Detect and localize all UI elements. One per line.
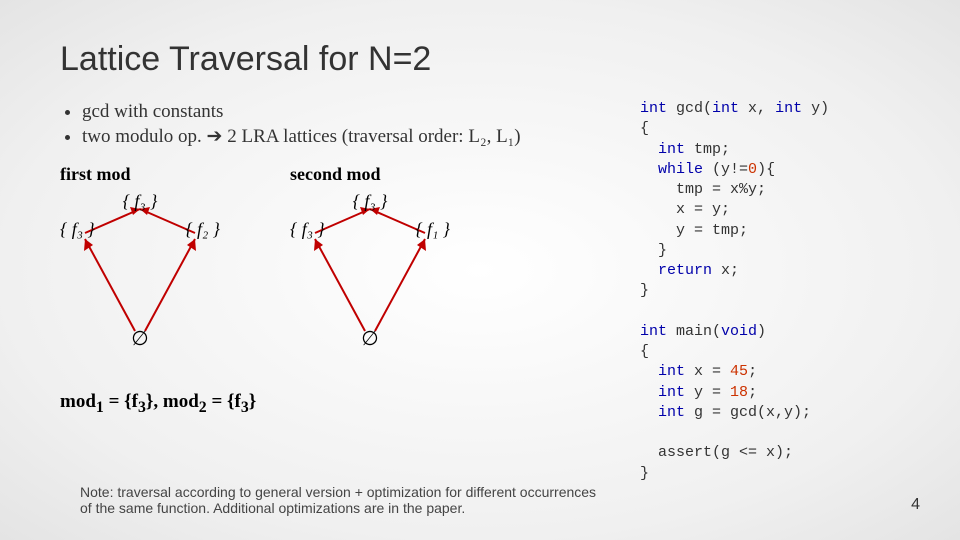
columns: gcd with constants two modulo op. ➔ 2 LR… <box>60 99 920 484</box>
footnote: Note: traversal according to general ver… <box>80 484 600 516</box>
page-number: 4 <box>911 496 920 514</box>
slide-root: Lattice Traversal for N=2 gcd with const… <box>0 0 960 540</box>
lattice-2-right-node: { f₁ } <box>415 219 450 240</box>
code-listing: int gcd(int x, int y) { int tmp; while (… <box>640 99 920 484</box>
lattice-2: second mod { f₃ } { <box>290 164 450 351</box>
mod-summary-line: mod1 = {f3}, mod2 = {f3} <box>60 391 640 417</box>
bullet-list: gcd with constants two modulo op. ➔ 2 LR… <box>60 101 640 148</box>
slide-title: Lattice Traversal for N=2 <box>60 40 920 79</box>
bullet-item: gcd with constants <box>82 101 640 123</box>
lattice-2-area: { f₃ } { f₃ } { f₁ } ∅ <box>290 191 450 351</box>
lattices-row: first mod { f₃ } { <box>60 164 640 351</box>
lattice-1-right-node: { f₂ } <box>185 219 220 240</box>
lattice-1: first mod { f₃ } { <box>60 164 220 351</box>
lattice-1-bottom-node: ∅ <box>131 326 148 351</box>
lattice-2-top-node: { f₃ } <box>353 191 388 212</box>
bullet-item: two modulo op. ➔ 2 LRA lattices (travers… <box>82 125 640 148</box>
lattice-1-left-node: { f₃ } <box>60 219 95 240</box>
lattice-1-top-node: { f₃ } <box>123 191 158 212</box>
lattice-2-bottom-node: ∅ <box>361 326 378 351</box>
lattice-2-label: second mod <box>290 164 450 185</box>
lattice-1-area: { f₃ } { f₃ } { f₂ } ∅ <box>60 191 220 351</box>
lattice-2-left-node: { f₃ } <box>290 219 325 240</box>
lattice-1-label: first mod <box>60 164 220 185</box>
left-column: gcd with constants two modulo op. ➔ 2 LR… <box>60 99 640 484</box>
